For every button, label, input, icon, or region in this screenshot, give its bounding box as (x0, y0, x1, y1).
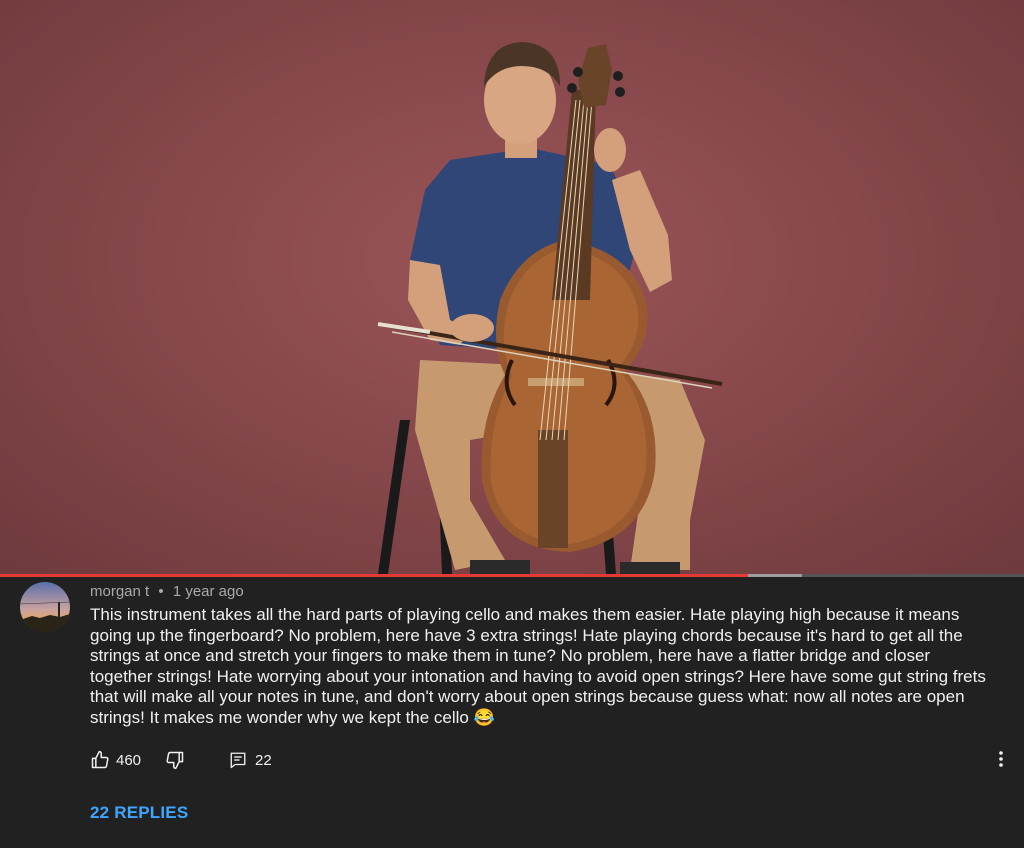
more-actions-button[interactable] (992, 751, 1010, 769)
like-count: 460 (116, 751, 142, 769)
avatar[interactable] (20, 582, 70, 632)
meta-separator: • (158, 583, 164, 600)
comment-body: This instrument takes all the hard parts… (90, 605, 986, 727)
comment-thread: morgan t • 1 year ago This instrument ta… (0, 577, 1024, 848)
dislike-button[interactable] (165, 750, 185, 770)
video-player[interactable] (0, 0, 1024, 574)
reply-count: 22 (255, 751, 272, 769)
video-frame-illustration (377, 42, 723, 574)
view-replies-button[interactable]: 22 REPLIES (90, 803, 188, 823)
comment-timestamp[interactable]: 1 year ago (173, 583, 244, 600)
comment-meta: morgan t • 1 year ago (90, 583, 244, 600)
author-name[interactable]: morgan t (90, 583, 149, 600)
thumbs-up-icon (91, 750, 109, 769)
more-vertical-icon (999, 751, 1003, 767)
like-button[interactable]: 460 (90, 750, 141, 770)
thumbs-down-icon (166, 751, 184, 770)
comment-icon (230, 752, 246, 769)
comment-actions: 460 22 (90, 749, 272, 771)
reply-button[interactable]: 22 (229, 751, 272, 769)
